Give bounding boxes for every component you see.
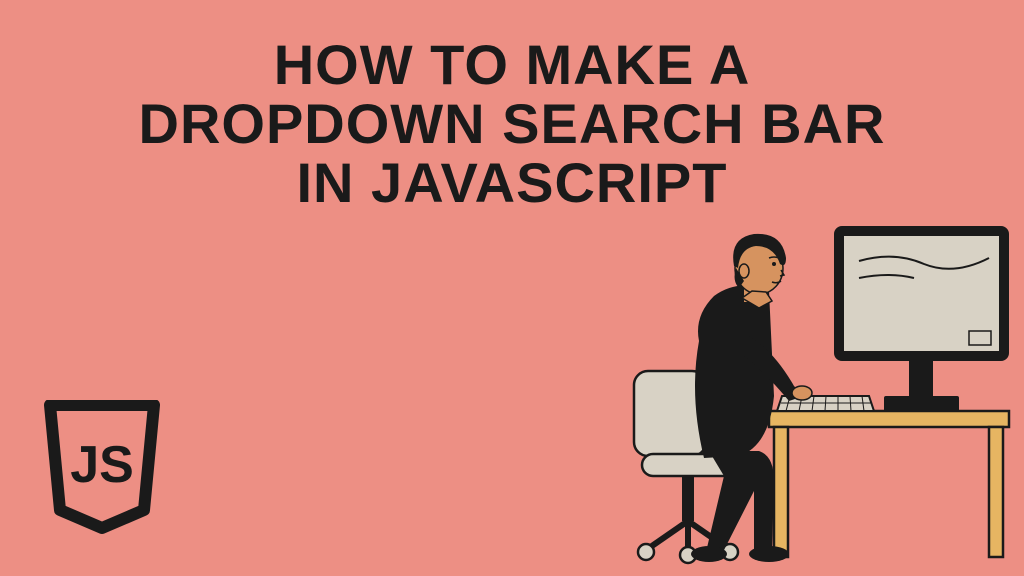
desk-icon [769,411,1009,557]
svg-text:JS: JS [70,436,134,494]
javascript-logo-icon: JS [42,400,162,530]
person-icon [691,234,812,562]
monitor-icon [839,231,1004,412]
page-title: HOW TO MAKE A DROPDOWN SEARCH BAR IN JAV… [122,36,902,212]
person-at-computer-illustration [594,196,1014,566]
